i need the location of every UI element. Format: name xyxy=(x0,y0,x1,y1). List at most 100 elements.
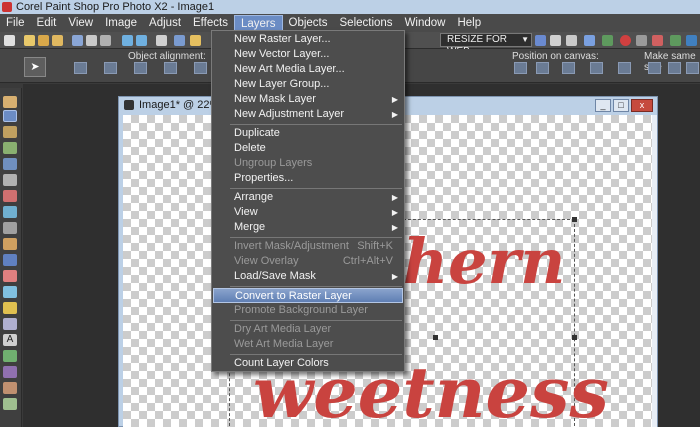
menu-item-load-save-mask[interactable]: Load/Save Mask ▶ xyxy=(213,269,403,284)
copy-icon[interactable] xyxy=(174,35,185,46)
command-history-icon[interactable] xyxy=(156,35,167,46)
open-folder-icon[interactable] xyxy=(24,35,35,46)
run-script-icon[interactable] xyxy=(602,35,613,46)
menu-item-new-vector-layer[interactable]: New Vector Layer... xyxy=(213,47,403,62)
dropper-icon[interactable] xyxy=(3,142,17,154)
magic-wand-icon[interactable] xyxy=(3,126,17,138)
pan-hand-icon[interactable] xyxy=(3,96,17,108)
space-horizontal-icon[interactable] xyxy=(590,62,603,74)
crop-icon[interactable] xyxy=(3,158,17,170)
menu-objects[interactable]: Objects xyxy=(283,15,334,31)
position-horizontal-icon[interactable] xyxy=(536,62,549,74)
menu-view[interactable]: View xyxy=(62,15,99,31)
play-icon[interactable] xyxy=(670,35,681,46)
pause-icon[interactable] xyxy=(636,35,647,46)
menu-separator xyxy=(230,354,402,355)
menu-item-new-raster-layer[interactable]: New Raster Layer... xyxy=(213,32,403,47)
close-button[interactable]: x xyxy=(631,99,653,112)
organizer-icon[interactable] xyxy=(52,35,63,46)
align-right-icon[interactable] xyxy=(194,62,207,74)
redo-icon[interactable] xyxy=(136,35,147,46)
resize-handle[interactable] xyxy=(572,217,577,222)
align-bottom-icon[interactable] xyxy=(164,62,177,74)
script-icon[interactable] xyxy=(550,35,561,46)
menu-file[interactable]: File xyxy=(0,15,31,31)
eraser-icon[interactable] xyxy=(3,270,17,282)
scratch-remover-icon[interactable] xyxy=(3,222,17,234)
script-edit-icon[interactable] xyxy=(566,35,577,46)
picture-tube-icon[interactable] xyxy=(3,302,17,314)
color-replacer-icon[interactable] xyxy=(3,318,17,330)
text-tool-icon[interactable]: A xyxy=(3,334,17,346)
align-center-icon[interactable] xyxy=(134,62,147,74)
menu-item-view[interactable]: View ▶ xyxy=(213,205,403,220)
print-icon[interactable] xyxy=(86,35,97,46)
same-height-icon[interactable] xyxy=(668,62,681,74)
menu-item-merge[interactable]: Merge ▶ xyxy=(213,220,403,235)
tools-palette: A xyxy=(0,88,22,427)
menu-item-new-adjustment-layer[interactable]: New Adjustment Layer ▶ xyxy=(213,107,403,122)
menu-help[interactable]: Help xyxy=(451,15,487,31)
menu-item-convert-to-raster-layer[interactable]: Convert to Raster Layer xyxy=(213,288,403,303)
flood-fill-icon[interactable] xyxy=(3,286,17,298)
new-file-icon[interactable] xyxy=(4,35,15,46)
presets-button[interactable]: ➤ xyxy=(24,57,46,77)
print-layout-icon[interactable] xyxy=(100,35,111,46)
browse-icon[interactable] xyxy=(38,35,49,46)
menu-item-count-layer-colors[interactable]: Count Layer Colors xyxy=(213,356,403,371)
image-window-title: Image1* @ 22% xyxy=(139,99,220,111)
app-title: Corel Paint Shop Pro Photo X2 - Image1 xyxy=(16,1,215,13)
menu-separator xyxy=(230,124,402,125)
menu-adjust[interactable]: Adjust xyxy=(143,15,187,31)
batch-icon[interactable] xyxy=(584,35,595,46)
preset-shape-icon[interactable] xyxy=(3,350,17,362)
menu-item-invert-mask-adjustment: Invert Mask/Adjustment Shift+K xyxy=(234,240,393,252)
undo-icon[interactable] xyxy=(122,35,133,46)
warp-brush-icon[interactable] xyxy=(3,382,17,394)
shortcut-label: Ctrl+Alt+V xyxy=(342,255,393,267)
menu-item-properties[interactable]: Properties... xyxy=(213,171,403,186)
menu-item-new-layer-group[interactable]: New Layer Group... xyxy=(213,77,403,92)
resize-handle[interactable] xyxy=(572,335,577,340)
menu-item-new-art-media-layer[interactable]: New Art Media Layer... xyxy=(213,62,403,77)
menu-window[interactable]: Window xyxy=(399,15,452,31)
save-icon[interactable] xyxy=(72,35,83,46)
align-left-icon[interactable] xyxy=(74,62,87,74)
paint-brush-icon[interactable] xyxy=(3,238,17,250)
oil-brush-icon[interactable] xyxy=(3,398,17,410)
minimize-button[interactable]: _ xyxy=(595,99,611,112)
align-top-icon[interactable] xyxy=(104,62,117,74)
menu-image[interactable]: Image xyxy=(99,15,143,31)
menu-item-duplicate[interactable]: Duplicate xyxy=(213,126,403,141)
record-icon[interactable] xyxy=(652,35,663,46)
stop-script-icon[interactable] xyxy=(620,35,631,46)
resize-handle[interactable] xyxy=(433,335,438,340)
same-width-icon[interactable] xyxy=(648,62,661,74)
pen-tool-icon[interactable] xyxy=(3,366,17,378)
pointer-arrow-icon: ➤ xyxy=(30,61,40,73)
red-eye-icon[interactable] xyxy=(3,190,17,202)
position-vertical-icon[interactable] xyxy=(562,62,575,74)
straighten-icon[interactable] xyxy=(3,174,17,186)
pick-tool-icon[interactable] xyxy=(3,110,17,122)
menu-item-arrange[interactable]: Arrange ▶ xyxy=(213,190,403,205)
space-vertical-icon[interactable] xyxy=(618,62,631,74)
clone-brush-icon[interactable] xyxy=(3,206,17,218)
menu-effects[interactable]: Effects xyxy=(187,15,234,31)
lighten-darken-icon[interactable] xyxy=(3,254,17,266)
position-center-icon[interactable] xyxy=(514,62,527,74)
app-icon xyxy=(2,2,12,12)
same-size-icon[interactable] xyxy=(686,62,699,74)
menu-layers[interactable]: Layers xyxy=(233,15,283,31)
menu-selections[interactable]: Selections xyxy=(334,15,399,31)
resize-for-web-select[interactable]: RESIZE FOR WEB ▼ xyxy=(440,33,532,57)
vertical-scrollbar[interactable] xyxy=(652,115,657,427)
maximize-button[interactable]: □ xyxy=(613,99,629,112)
resize-apply-icon[interactable] xyxy=(535,35,546,46)
menu-separator xyxy=(230,237,402,238)
menu-edit[interactable]: Edit xyxy=(31,15,63,31)
paste-icon[interactable] xyxy=(190,35,201,46)
info-icon[interactable] xyxy=(686,35,697,46)
menu-item-delete[interactable]: Delete xyxy=(213,141,403,156)
menu-item-new-mask-layer[interactable]: New Mask Layer ▶ xyxy=(213,92,403,107)
